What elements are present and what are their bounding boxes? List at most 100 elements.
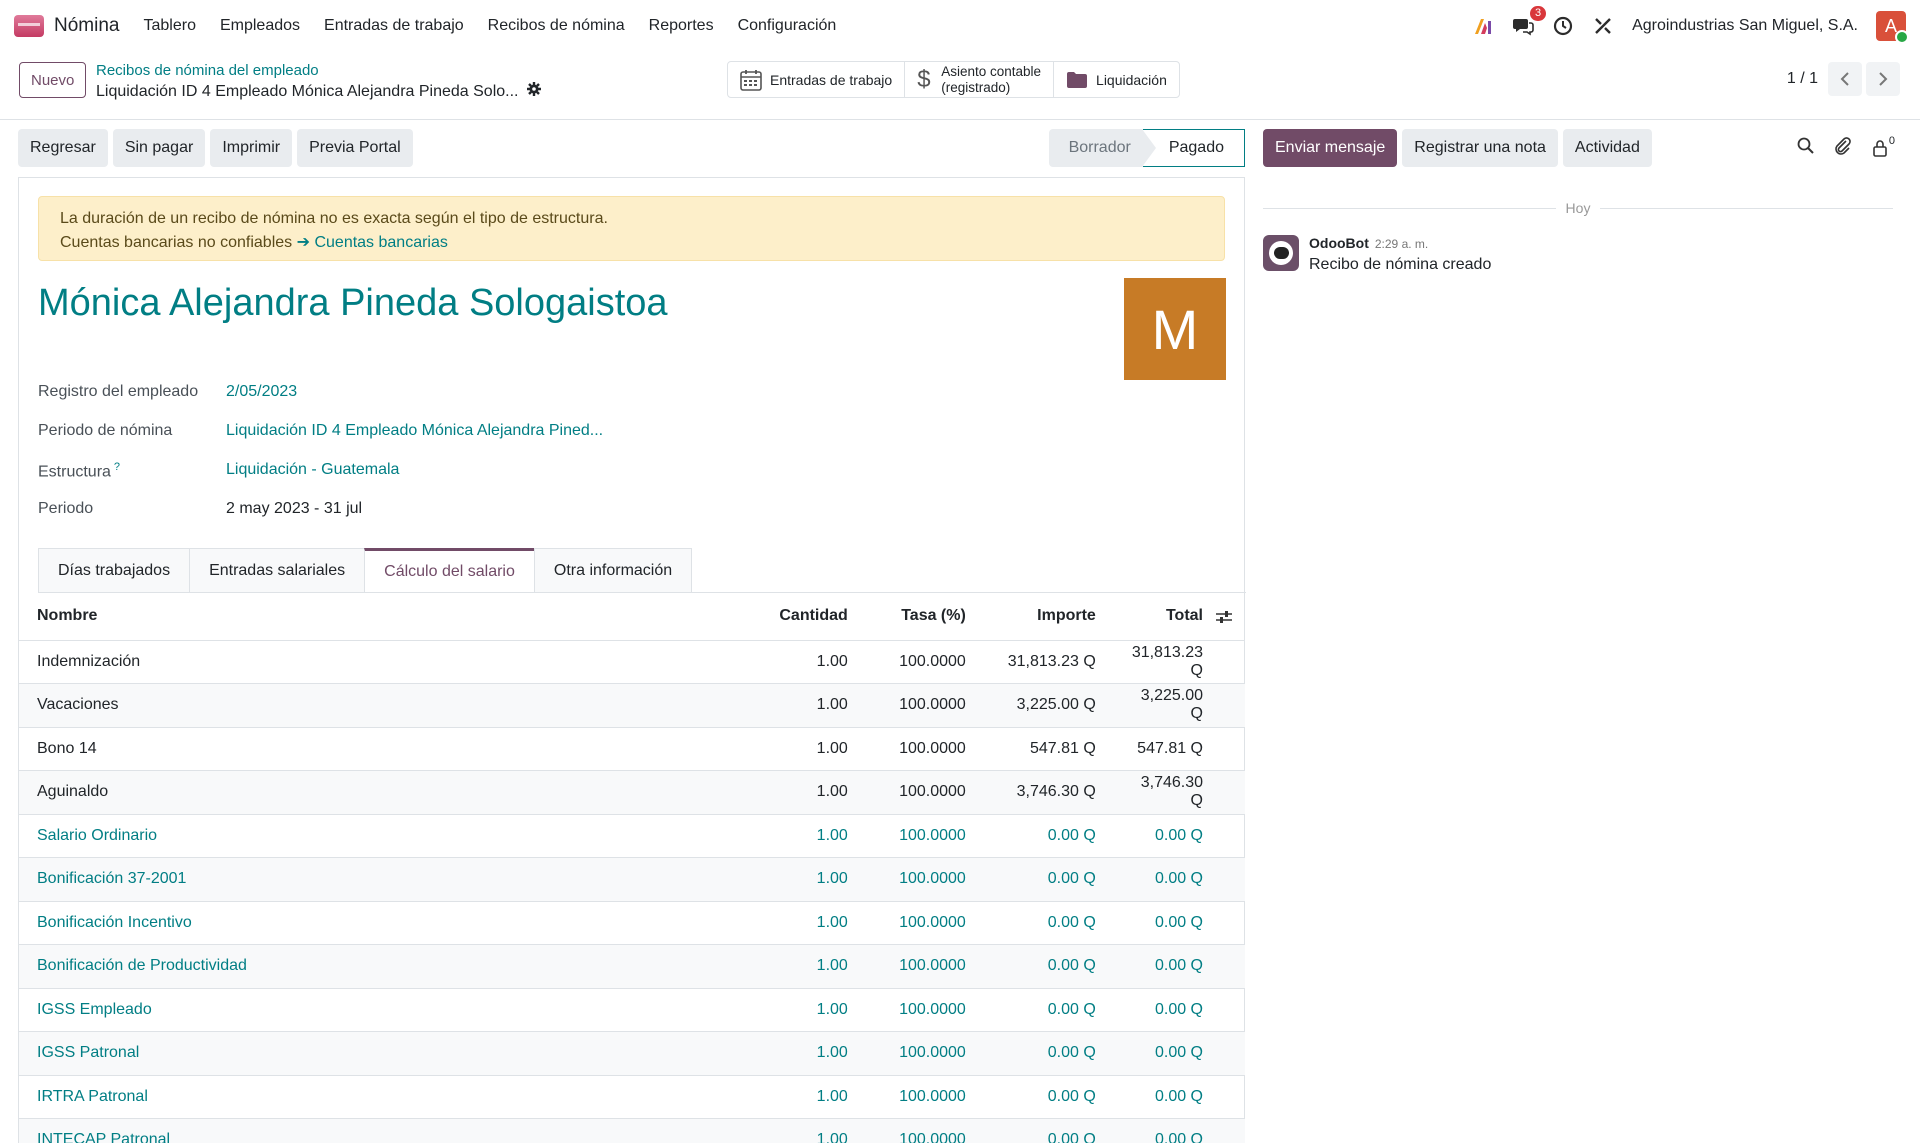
field-label: Estructura?	[38, 461, 226, 481]
menu-configuracion[interactable]: Configuración	[738, 17, 837, 35]
table-row[interactable]: Bono 14 1.00 100.0000 547.81 Q 547.81 Q	[19, 727, 1245, 771]
tab-worked-days[interactable]: Días trabajados	[38, 548, 191, 592]
cell-name: IGSS Empleado	[19, 988, 741, 1032]
cell-quantity: 1.00	[740, 1075, 866, 1119]
message-author[interactable]: OdooBot	[1309, 235, 1369, 251]
chevron-left-icon[interactable]	[1828, 62, 1862, 96]
cell-rate: 100.0000	[865, 1031, 984, 1076]
cell-total: 0.00 Q	[1113, 1075, 1245, 1119]
bank-accounts-link[interactable]: ➔ Cuentas bancarias	[297, 234, 448, 251]
col-amount[interactable]: Importe	[983, 593, 1114, 641]
table-row[interactable]: Bonificación Incentivo 1.00 100.0000 0.00 Q…	[19, 901, 1245, 945]
pager-value[interactable]: 1 / 1	[1787, 70, 1818, 88]
col-name[interactable]: Nombre	[19, 593, 741, 641]
log-note-button[interactable]: Registrar una nota	[1402, 129, 1558, 167]
cell-amount: 0.00 Q	[983, 944, 1114, 989]
menu-tablero[interactable]: Tablero	[143, 17, 195, 35]
table-row[interactable]: IGSS Empleado 1.00 100.0000 0.00 Q 0.00 Q	[19, 988, 1245, 1032]
chatter-message: OdooBot 2:29 a. m. Recibo de nómina crea…	[1263, 235, 1491, 274]
optional-columns-icon[interactable]	[1215, 610, 1233, 629]
back-button[interactable]: Regresar	[18, 129, 108, 167]
cell-total: 0.00 Q	[1113, 1118, 1245, 1143]
structure-label-text: Estructura	[38, 463, 111, 481]
cell-amount: 0.00 Q	[983, 1075, 1114, 1119]
cell-name: Aguinaldo	[19, 770, 741, 815]
structure-value[interactable]: Liquidación - Guatemala	[226, 461, 399, 481]
field-period-dates: Periodo 2 may 2023 - 31 jul	[38, 500, 362, 518]
gear-icon[interactable]	[526, 82, 541, 101]
col-rate[interactable]: Tasa (%)	[865, 593, 984, 641]
work-entries-label: Entradas de trabajo	[770, 71, 893, 88]
tab-salary-computation[interactable]: Cálculo del salario	[364, 548, 535, 592]
pager: 1 / 1	[1787, 62, 1900, 96]
cell-name: Bonificación 37-2001	[19, 857, 741, 902]
portal-preview-button[interactable]: Previa Portal	[297, 129, 413, 167]
menu-empleados[interactable]: Empleados	[220, 17, 300, 35]
tab-other-info[interactable]: Otra información	[533, 548, 693, 592]
journal-entry-smart-button[interactable]: $ Asiento contable (registrado)	[905, 62, 1055, 97]
table-row[interactable]: INTECAP Patronal 1.00 100.0000 0.00 Q 0.00 Q	[19, 1118, 1245, 1143]
new-button[interactable]: Nuevo	[19, 62, 87, 98]
cell-rate: 100.0000	[865, 1118, 984, 1143]
cell-rate: 100.0000	[865, 1075, 984, 1119]
stage-draft[interactable]: Borrador	[1048, 129, 1143, 167]
cell-quantity: 1.00	[740, 901, 866, 945]
stage-paid[interactable]: Pagado	[1141, 129, 1245, 167]
table-row[interactable]: Bonificación 37-2001 1.00 100.0000 0.00 Q 0.…	[19, 857, 1245, 902]
company-switcher[interactable]: Agroindustrias San Miguel, S.A.	[1632, 17, 1858, 35]
menu-reportes[interactable]: Reportes	[649, 17, 714, 35]
table-row[interactable]: Vacaciones 1.00 100.0000 3,225.00 Q 3,225.00…	[19, 683, 1245, 728]
field-payroll-period: Periodo de nómina Liquidación ID 4 Emple…	[38, 422, 603, 440]
odoobot-avatar	[1263, 235, 1299, 271]
liquidation-smart-button[interactable]: Liquidación	[1054, 62, 1179, 97]
payroll-period-value[interactable]: Liquidación ID 4 Empleado Mónica Alejand…	[226, 422, 603, 440]
cell-quantity: 1.00	[740, 640, 866, 684]
messages-icon[interactable]: 3	[1512, 6, 1547, 37]
table-row[interactable]: Indemnización 1.00 100.0000 31,813.23 Q 31,8…	[19, 640, 1245, 684]
search-icon[interactable]	[1797, 137, 1814, 159]
date-label: Hoy	[1565, 200, 1591, 216]
journal-entry-state: (registrado)	[941, 79, 1011, 95]
table-row[interactable]: IGSS Patronal 1.00 100.0000 0.00 Q 0.00 Q	[19, 1031, 1245, 1076]
cell-total: 0.00 Q	[1113, 1031, 1245, 1076]
activity-button[interactable]: Actividad	[1562, 129, 1652, 167]
chevron-right-icon[interactable]	[1866, 62, 1900, 96]
cell-rate: 100.0000	[865, 944, 984, 989]
menu-recibos-nomina[interactable]: Recibos de nómina	[488, 17, 625, 35]
clock-activity-icon[interactable]	[1552, 15, 1574, 37]
print-button[interactable]: Imprimir	[210, 129, 293, 167]
help-tooltip-icon[interactable]: ?	[114, 461, 120, 473]
cell-amount: 31,813.23 Q	[983, 640, 1114, 684]
table-row[interactable]: IRTRA Patronal 1.00 100.0000 0.00 Q 0.00 Q	[19, 1075, 1245, 1119]
field-label: Registro del empleado	[38, 383, 199, 400]
tools-icon[interactable]	[1592, 15, 1614, 37]
table-row[interactable]: Salario Ordinario 1.00 100.0000 0.00 Q 0.00 …	[19, 814, 1245, 858]
employee-registration-value[interactable]: 2/05/2023	[226, 383, 297, 401]
cell-rate: 100.0000	[865, 901, 984, 945]
followers-icon[interactable]: 0	[1872, 135, 1895, 157]
table-header: Nombre Cantidad Tasa (%) Importe Total	[19, 593, 1245, 641]
app-name[interactable]: Nómina	[54, 15, 119, 37]
cell-quantity: 1.00	[740, 770, 866, 815]
field-label: Periodo de nómina	[38, 422, 173, 439]
table-row[interactable]: Bonificación de Productividad 1.00 100.000…	[19, 944, 1245, 989]
cell-amount: 0.00 Q	[983, 988, 1114, 1032]
paperclip-icon[interactable]	[1834, 136, 1852, 160]
alert-bank-text: Cuentas bancarias no confiables	[60, 234, 293, 251]
user-avatar[interactable]: A	[1876, 11, 1909, 44]
employee-avatar[interactable]: M	[1124, 278, 1226, 380]
unpaid-button[interactable]: Sin pagar	[112, 129, 206, 167]
salary-lines-table: Nombre Cantidad Tasa (%) Importe Total I…	[19, 593, 1245, 1143]
payroll-app-icon[interactable]	[14, 15, 44, 37]
calendar-icon	[740, 69, 762, 91]
table-row[interactable]: Aguinaldo 1.00 100.0000 3,746.30 Q 3,746.30 …	[19, 770, 1245, 815]
breadcrumb-parent[interactable]: Recibos de nómina del empleado	[96, 62, 319, 79]
menu-entradas-trabajo[interactable]: Entradas de trabajo	[324, 17, 464, 35]
period-dates-value: 2 may 2023 - 31 jul	[226, 500, 363, 517]
work-entries-smart-button[interactable]: Entradas de trabajo	[728, 62, 906, 97]
dollar-icon: $	[917, 65, 931, 93]
ai-logo-icon[interactable]	[1472, 15, 1494, 37]
send-message-button[interactable]: Enviar mensaje	[1263, 129, 1398, 167]
tab-salary-inputs[interactable]: Entradas salariales	[189, 548, 366, 592]
col-quantity[interactable]: Cantidad	[740, 593, 866, 641]
